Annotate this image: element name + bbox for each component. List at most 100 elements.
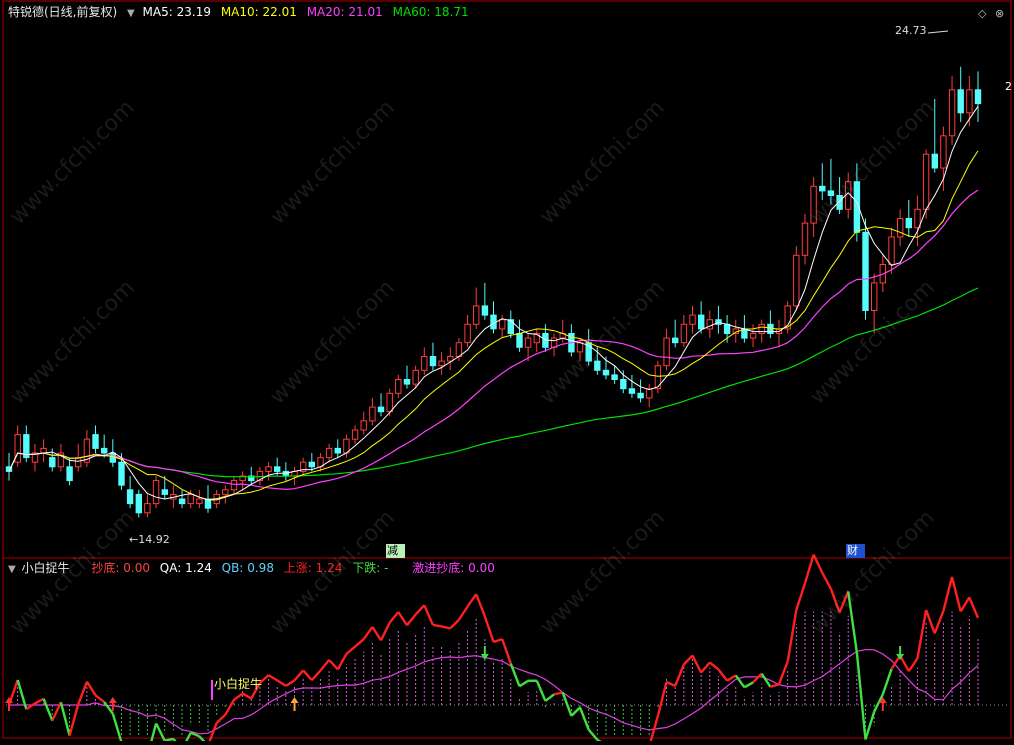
event-marker-reduce[interactable]: 减 bbox=[386, 544, 405, 558]
qa-line-segment bbox=[44, 699, 53, 721]
stock-title[interactable]: 特锐德(日线,前复权) bbox=[8, 5, 117, 19]
candle-body bbox=[949, 90, 954, 136]
candle-body bbox=[707, 320, 712, 329]
candle-body bbox=[275, 467, 280, 472]
candle-body bbox=[794, 255, 799, 306]
candle-body bbox=[266, 467, 271, 472]
qa-line-segment bbox=[26, 703, 35, 709]
candle-body bbox=[699, 315, 704, 329]
candle-body bbox=[456, 343, 461, 357]
qa-line-segment bbox=[182, 733, 191, 741]
qa-line-segment bbox=[502, 639, 511, 664]
candle-body bbox=[638, 393, 643, 398]
qa-line-segment bbox=[269, 675, 278, 680]
candle-body bbox=[465, 324, 470, 342]
candle-body bbox=[439, 361, 444, 366]
candle-body bbox=[889, 237, 894, 265]
qa-line-segment bbox=[372, 627, 381, 641]
qa-line-segment bbox=[390, 612, 399, 623]
qa-line-segment bbox=[35, 699, 44, 704]
candle-body bbox=[197, 499, 202, 504]
qa-line-segment bbox=[718, 669, 727, 680]
qa-line-segment bbox=[295, 670, 304, 680]
candle-body bbox=[361, 421, 366, 430]
candle-body bbox=[811, 186, 816, 223]
diamond-icon[interactable]: ◇ bbox=[978, 8, 986, 20]
qa-line-segment bbox=[407, 615, 416, 626]
ma20-line bbox=[9, 190, 978, 489]
qa-line-segment bbox=[753, 674, 762, 683]
chart-canvas[interactable] bbox=[0, 0, 1014, 741]
qa-line-segment bbox=[537, 681, 546, 701]
qa-line-segment bbox=[70, 704, 79, 735]
event-marker-finance[interactable]: 财 bbox=[846, 544, 865, 558]
qa-line-segment bbox=[433, 625, 442, 627]
qa-line-segment bbox=[511, 664, 520, 687]
candle-body bbox=[326, 448, 331, 457]
qa-line-segment bbox=[424, 605, 433, 625]
qa-line-segment bbox=[398, 612, 407, 625]
candle-body bbox=[413, 370, 418, 384]
candle-body bbox=[387, 393, 392, 411]
candle-body bbox=[396, 380, 401, 394]
up-legend: 上涨: 1.24 bbox=[284, 561, 343, 575]
qa-line-segment bbox=[701, 662, 710, 672]
qa-line-segment bbox=[805, 555, 814, 584]
qa-line-segment bbox=[338, 654, 347, 669]
qb-legend: QB: 0.98 bbox=[222, 561, 274, 575]
candle-body bbox=[309, 462, 314, 467]
qa-line-segment bbox=[243, 694, 252, 699]
candle-body bbox=[681, 324, 686, 342]
aggressive-legend: 激进抄底: 0.00 bbox=[412, 561, 495, 575]
qa-line-segment bbox=[61, 702, 70, 735]
qa-line-segment bbox=[329, 660, 338, 670]
candle-body bbox=[577, 343, 582, 352]
candle-body bbox=[898, 219, 903, 237]
qa-line-segment bbox=[104, 702, 113, 714]
qa-line-segment bbox=[312, 671, 321, 681]
qa-line-segment bbox=[840, 591, 849, 612]
qa-line-segment bbox=[346, 647, 355, 654]
qa-line-segment bbox=[675, 665, 684, 687]
candle-body bbox=[828, 191, 833, 196]
candle-body bbox=[474, 306, 479, 324]
candle-body bbox=[664, 338, 669, 366]
qa-line-segment bbox=[520, 681, 529, 687]
candle-body bbox=[603, 370, 608, 375]
candle-body bbox=[863, 232, 868, 310]
settings-icon[interactable]: ⊗ bbox=[995, 8, 1004, 20]
candle-body bbox=[872, 283, 877, 311]
qa-line-segment bbox=[78, 682, 87, 705]
qa-line-segment bbox=[571, 707, 580, 716]
candle-body bbox=[923, 154, 928, 209]
candle-body bbox=[179, 499, 184, 504]
chevron-down-icon[interactable]: ▼ bbox=[127, 8, 135, 19]
down-legend: 下跌: - bbox=[352, 561, 388, 575]
candle-body bbox=[482, 306, 487, 315]
qa-line-segment bbox=[684, 655, 693, 664]
qa-line-segment bbox=[494, 639, 503, 642]
candle-body bbox=[188, 494, 193, 503]
candle-body bbox=[76, 458, 81, 467]
ma5-legend: MA5: 23.19 bbox=[143, 5, 211, 19]
candle-body bbox=[673, 338, 678, 343]
qa-line-segment bbox=[848, 591, 857, 653]
qa-line-segment bbox=[286, 680, 295, 686]
candle-body bbox=[525, 338, 530, 347]
candle-body bbox=[621, 380, 626, 389]
qa-line-segment bbox=[381, 623, 390, 641]
indicator-name[interactable]: 小白捉牛 bbox=[22, 561, 70, 575]
candle-body bbox=[67, 467, 72, 481]
candle-body bbox=[958, 90, 963, 113]
qa-line-segment bbox=[303, 670, 312, 680]
candle-body bbox=[612, 375, 617, 380]
qa-line-segment bbox=[822, 573, 831, 589]
candle-body bbox=[145, 504, 150, 513]
candle-body bbox=[906, 219, 911, 228]
chevron-down-icon[interactable]: ▼ bbox=[8, 564, 16, 575]
qa-line-segment bbox=[468, 594, 477, 606]
qa-line-segment bbox=[199, 736, 208, 741]
candle-body bbox=[975, 90, 980, 104]
qa-line-segment bbox=[545, 694, 554, 701]
qa-line-segment bbox=[225, 700, 234, 715]
